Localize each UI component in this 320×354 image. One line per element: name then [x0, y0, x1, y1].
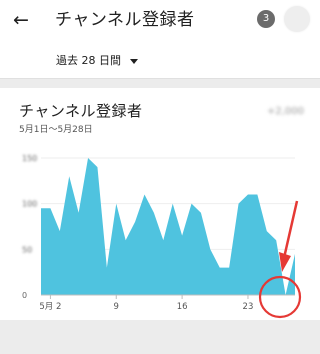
x-tick-label: 23	[243, 302, 254, 312]
y-tick-label: 50	[22, 245, 32, 254]
y-tick-label: 150	[22, 154, 37, 163]
x-tick-label: 5月 2	[39, 302, 61, 312]
y-tick-label: 100	[22, 200, 37, 209]
arrow-left-icon[interactable]: ←	[10, 9, 32, 31]
avatar[interactable]	[284, 6, 310, 32]
card-title: チャンネル登録者	[19, 102, 143, 120]
subscriber-chart: 0 50 100 150 5月 2 9 16 23	[0, 150, 320, 320]
x-tick-label: 16	[177, 302, 188, 312]
notification-badge[interactable]: 3	[257, 10, 275, 28]
card-date-range: 5月1日〜5月28日	[19, 125, 93, 135]
app-bar: ← チャンネル登録者 3	[0, 0, 320, 44]
subscribers-card: チャンネル登録者 5月1日〜5月28日 +2,000 0 50 100 150 5月 2…	[0, 88, 320, 320]
date-range-dropdown[interactable]: 過去 28 日間	[56, 53, 121, 69]
page-title: チャンネル登録者	[55, 10, 195, 30]
chart-svg: 0 50 100 150 5月 2 9 16 23	[22, 154, 296, 312]
card-total-value: +2,000	[266, 106, 304, 117]
x-tick-label: 9	[114, 302, 119, 312]
y-tick-label: 0	[22, 291, 27, 300]
caret-down-icon[interactable]	[130, 59, 138, 64]
area-series	[41, 158, 295, 295]
filter-bar: 過去 28 日間	[0, 44, 320, 79]
